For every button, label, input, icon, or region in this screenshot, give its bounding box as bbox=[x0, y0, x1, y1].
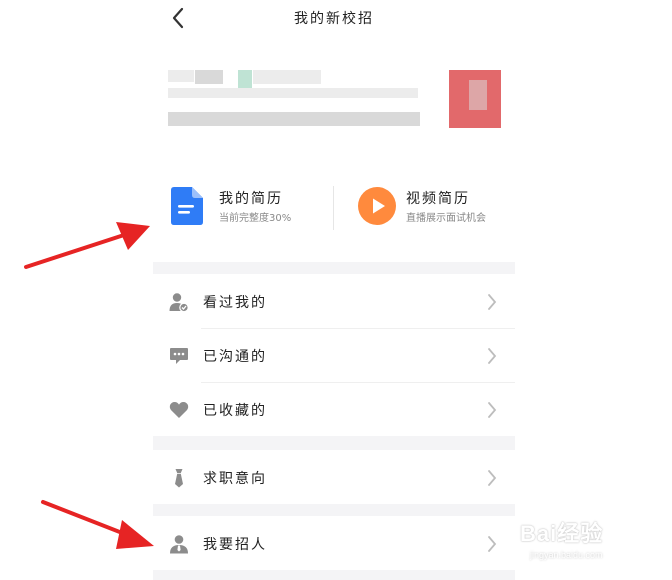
menu-row-label: 求职意向 bbox=[203, 471, 267, 487]
menu-row-favorited[interactable]: 已收藏的 bbox=[153, 382, 515, 436]
menu-row-job-intention[interactable]: 求职意向 bbox=[153, 450, 515, 504]
menu-row-label: 已沟通的 bbox=[203, 349, 267, 365]
recruit-menu: 我要招人 bbox=[153, 516, 515, 570]
menu-row-communicated[interactable]: 已沟通的 bbox=[153, 328, 515, 382]
activity-menu: 看过我的 已沟通的 已收藏的 bbox=[153, 274, 515, 436]
video-resume-title: 视频简历 bbox=[406, 191, 470, 207]
chevron-right-icon bbox=[488, 294, 497, 310]
chevron-right-icon bbox=[488, 470, 497, 486]
menu-row-label: 看过我的 bbox=[203, 295, 267, 311]
blurred-avatar-shade bbox=[469, 80, 487, 110]
my-resume-completeness: 当前完整度30% bbox=[219, 213, 292, 224]
phone-screen: 我的新校招 我的简历 当前完整度30% 视频简历 直播展示面试机会 看过我的 已… bbox=[153, 0, 515, 580]
chat-bubble-icon bbox=[170, 348, 188, 364]
blurred-profile-detail bbox=[168, 88, 418, 98]
chevron-right-icon bbox=[488, 348, 497, 364]
blurred-profile-name bbox=[168, 70, 194, 82]
my-resume-title: 我的简历 bbox=[219, 191, 283, 207]
profile-card[interactable] bbox=[153, 36, 515, 144]
resume-divider bbox=[333, 186, 334, 230]
chevron-right-icon bbox=[488, 402, 497, 418]
video-resume-subtitle: 直播展示面试机会 bbox=[406, 213, 486, 224]
annotation-arrow-icon bbox=[24, 222, 150, 269]
document-icon bbox=[171, 187, 203, 225]
job-intention-menu: 求职意向 bbox=[153, 450, 515, 504]
menu-row-viewed-me[interactable]: 看过我的 bbox=[153, 274, 515, 328]
top-bar: 我的新校招 bbox=[153, 0, 515, 36]
resume-card: 我的简历 当前完整度30% 视频简历 直播展示面试机会 bbox=[153, 144, 515, 262]
watermark-url: jingyan.baidu.com bbox=[530, 550, 603, 560]
my-resume-entry[interactable]: 我的简历 当前完整度30% bbox=[171, 184, 331, 234]
blurred-profile-name bbox=[253, 70, 321, 84]
menu-row-label: 已收藏的 bbox=[203, 403, 267, 419]
blurred-profile-detail bbox=[168, 112, 420, 126]
heart-icon bbox=[169, 402, 189, 418]
play-icon bbox=[358, 187, 396, 225]
tie-icon bbox=[175, 469, 183, 488]
recruiter-icon bbox=[170, 535, 188, 554]
annotation-arrow-icon bbox=[41, 500, 154, 549]
watermark-logo: Bai经验 bbox=[520, 521, 604, 546]
video-resume-entry[interactable]: 视频简历 直播展示面试机会 bbox=[358, 184, 508, 234]
blurred-profile-name bbox=[195, 70, 223, 84]
menu-row-label: 我要招人 bbox=[203, 537, 267, 553]
page-title: 我的新校招 bbox=[294, 11, 374, 27]
chevron-right-icon bbox=[488, 536, 497, 552]
watermark: Bai经验 jingyan.baidu.com bbox=[512, 508, 672, 578]
viewed-me-icon bbox=[169, 293, 189, 312]
menu-row-recruit[interactable]: 我要招人 bbox=[153, 516, 515, 570]
